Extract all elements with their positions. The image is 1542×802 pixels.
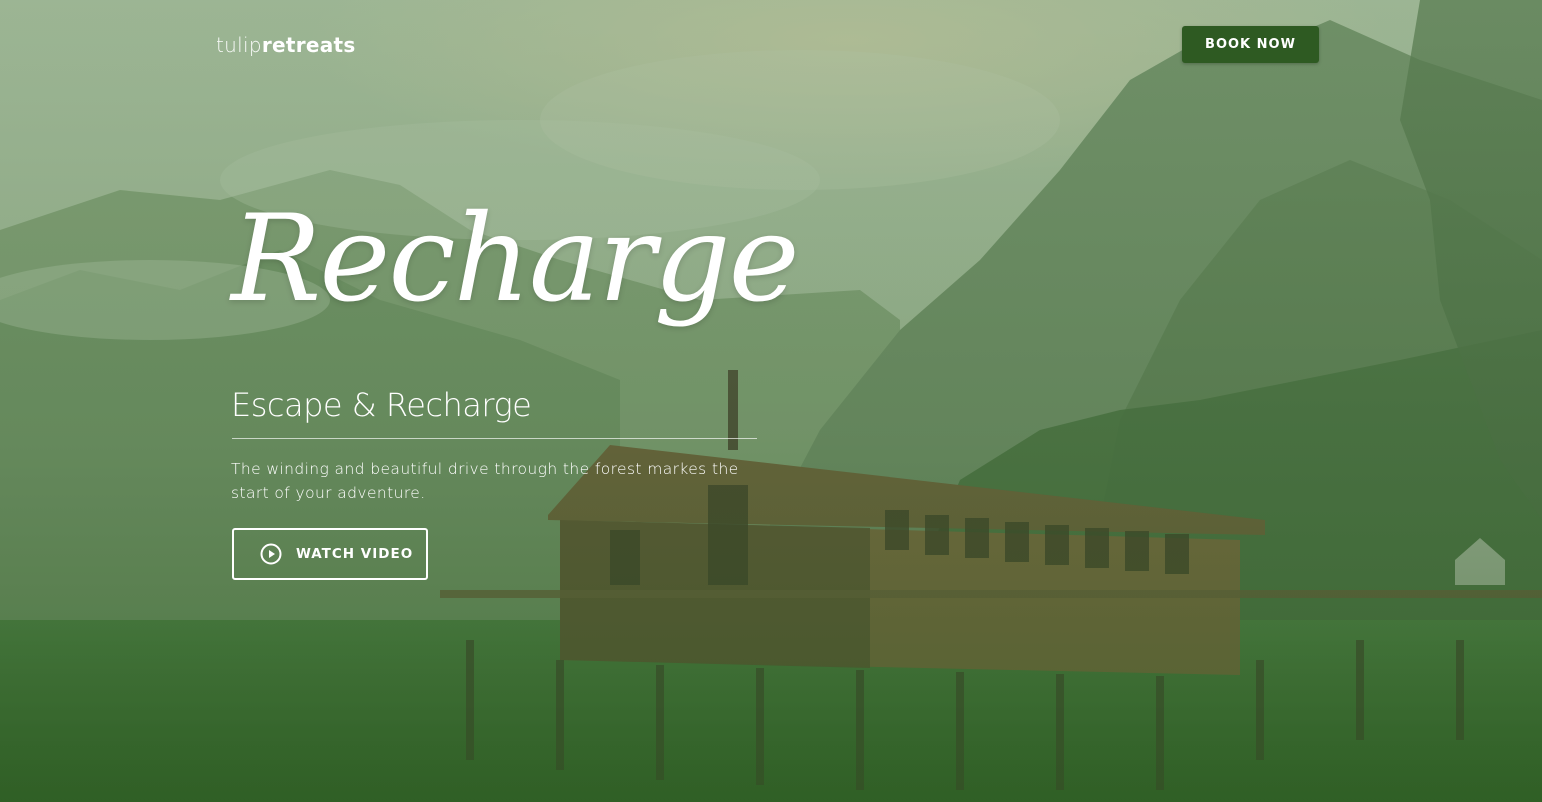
hero-divider xyxy=(232,438,757,439)
hero-script-title: Recharge xyxy=(231,190,800,329)
hero-section: tulipretreats BOOK NOW Recharge Escape &… xyxy=(0,0,1542,802)
logo-text-bold: retreats xyxy=(261,33,356,57)
top-navigation: tulipretreats BOOK NOW xyxy=(0,0,1542,90)
watch-video-button[interactable]: WATCH VIDEO xyxy=(232,528,428,580)
hero-description: The winding and beautiful drive through … xyxy=(231,460,739,502)
hero-subtitle: Escape & Recharge xyxy=(231,386,532,424)
play-circle-icon xyxy=(260,543,282,565)
logo-text-light: tulip xyxy=(216,33,262,57)
watch-video-label: WATCH VIDEO xyxy=(296,546,414,562)
book-now-button[interactable]: BOOK NOW xyxy=(1182,26,1319,63)
brand-logo[interactable]: tulipretreats xyxy=(216,33,356,57)
